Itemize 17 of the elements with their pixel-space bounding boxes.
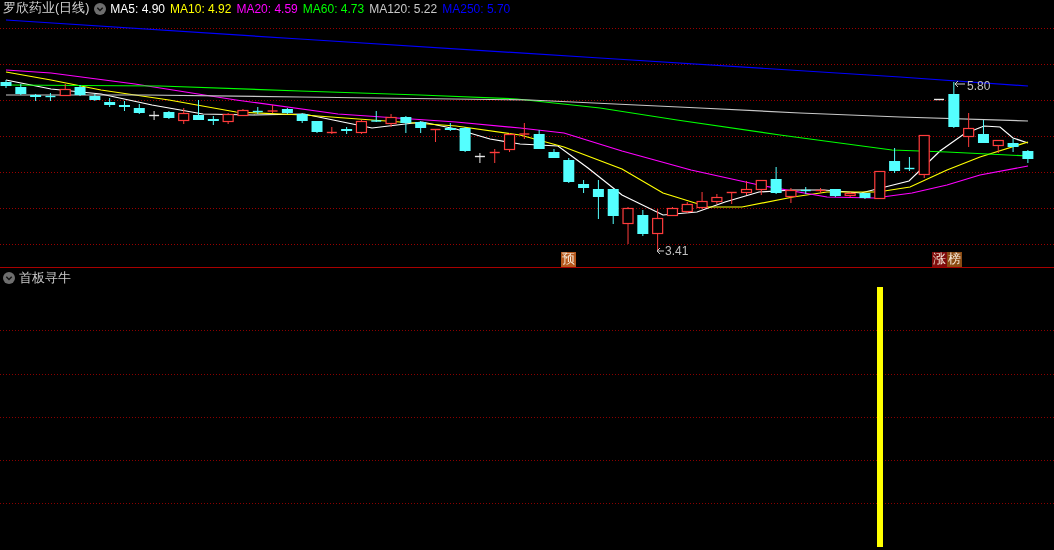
moving-average-label: MA120: 5.22 (369, 1, 438, 16)
chevron-down-icon[interactable] (94, 2, 107, 15)
moving-average-label: MA20: 4.59 (236, 1, 298, 16)
moving-average-label: MA10: 4.92 (170, 1, 232, 16)
signal-tag: 涨 (932, 252, 947, 267)
moving-average-label: MA60: 4.73 (302, 1, 365, 16)
stock-title: 罗欣药业(日线) (3, 1, 90, 16)
high-price-label: 5.80 (967, 79, 991, 93)
leader-arrow (656, 247, 665, 255)
indicator-title: 首板寻牛 (19, 270, 71, 285)
leader-arrow (954, 80, 966, 88)
chevron-down-icon[interactable] (3, 271, 15, 284)
moving-average-label: MA5: 4.90 (110, 1, 166, 16)
moving-average-label: MA250: 5.70 (442, 1, 511, 16)
signal-tag: 榜 (947, 252, 962, 267)
signal-tag: 预 (561, 252, 576, 267)
low-price-label: 3.41 (665, 244, 689, 258)
